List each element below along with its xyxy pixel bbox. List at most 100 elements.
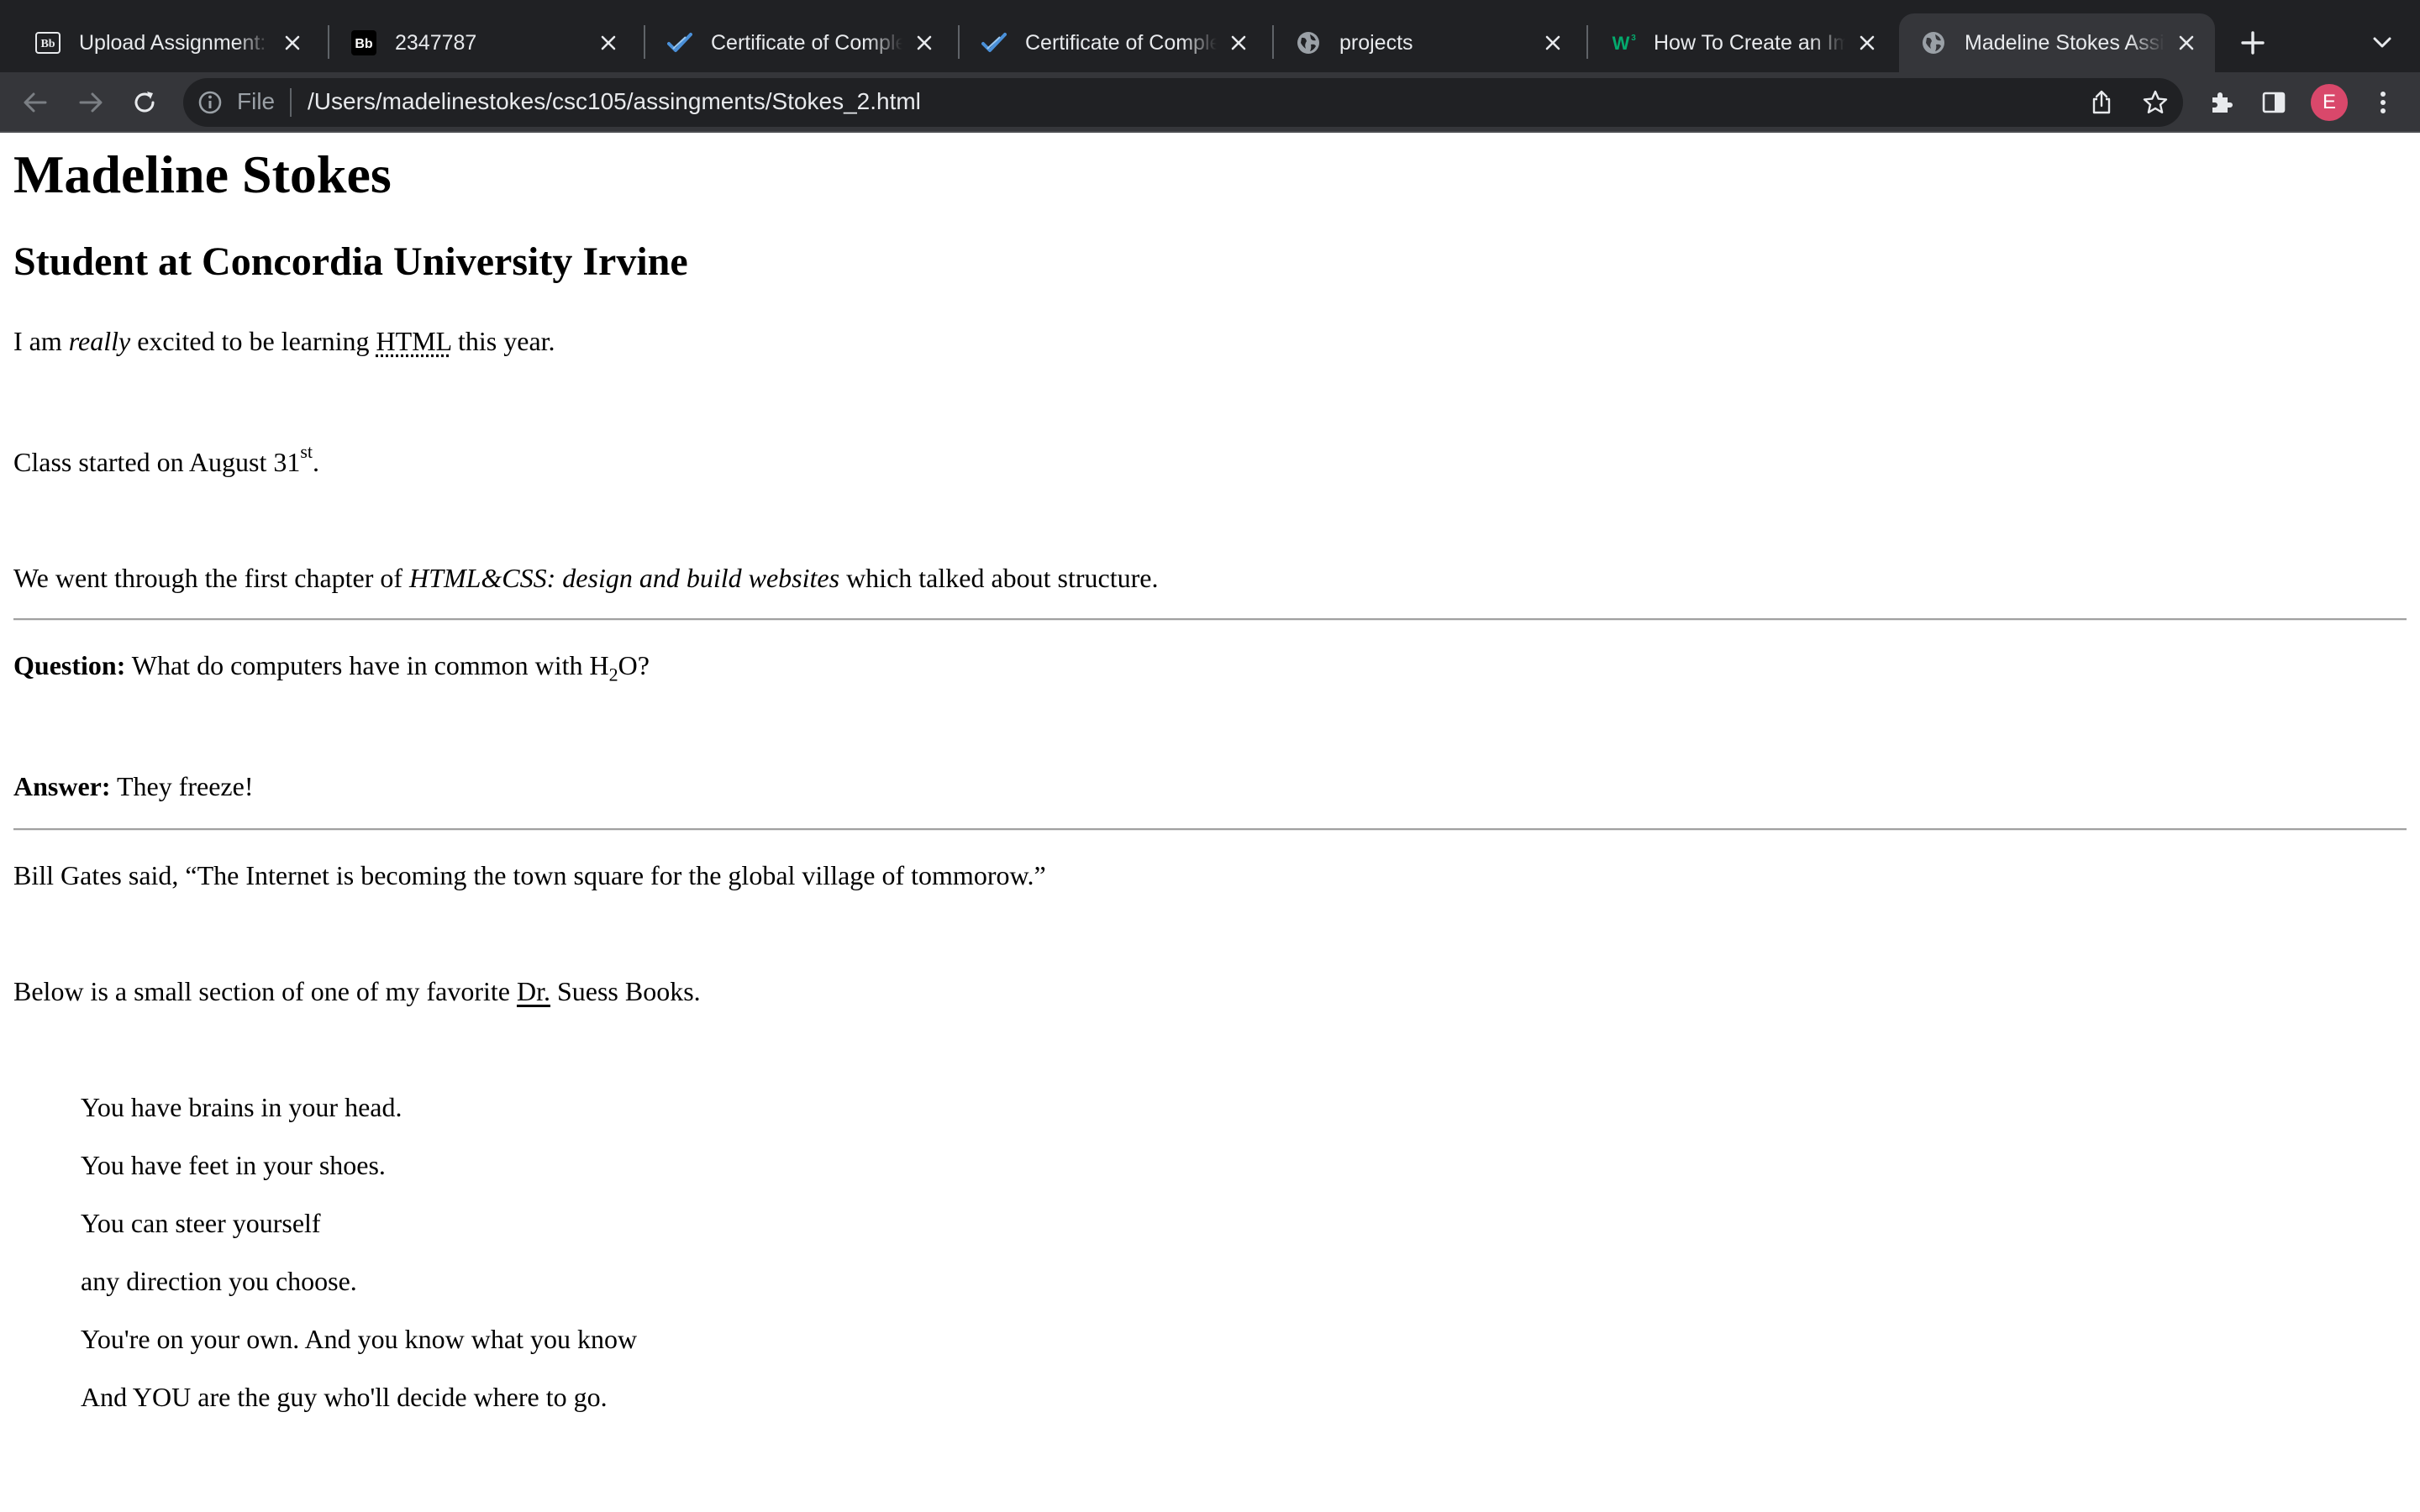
ordinal-superscript: st: [300, 441, 313, 463]
side-panel-icon: [2262, 92, 2286, 113]
poem-line: You're on your own. And you know what yo…: [81, 1324, 638, 1354]
inline-quote: “The Internet is becoming the town squar…: [185, 860, 1046, 890]
answer-label: Answer:: [13, 771, 111, 801]
class-started-paragraph: Class started on August 31st.: [13, 443, 320, 477]
puzzle-piece-icon: [2212, 92, 2233, 113]
address-divider: [290, 88, 292, 117]
star-icon: [2143, 90, 2168, 113]
chevron-down-icon: [2373, 37, 2391, 48]
intro-paragraph: I am really excited to be learning HTML …: [13, 328, 555, 354]
below-text: Below is a small section of one of my fa…: [13, 976, 517, 1006]
checkmark-logo-icon: [666, 29, 694, 57]
share-icon: [2092, 90, 2111, 114]
svg-text:3: 3: [1631, 34, 1636, 43]
close-icon[interactable]: [595, 29, 622, 56]
tab-2347787[interactable]: Bb 2347787: [329, 13, 637, 72]
below-paragraph: Below is a small section of one of my fa…: [13, 978, 701, 1005]
question-text: O?: [618, 650, 650, 680]
reload-icon: [134, 92, 155, 113]
back-button[interactable]: [15, 82, 55, 123]
question-paragraph: Question: What do computers have in comm…: [13, 650, 650, 684]
tab-madeline-stokes[interactable]: Madeline Stokes Assi: [1899, 13, 2215, 72]
tab-title: How To Create an Ima: [1654, 30, 1845, 55]
tab-how-to-create-image[interactable]: W3 How To Create an Ima: [1588, 13, 1896, 72]
extensions-button[interactable]: [2202, 82, 2242, 123]
blackboard-icon: Bb: [34, 29, 62, 57]
url-scheme: File: [237, 88, 276, 114]
chapter-paragraph: We went through the first chapter of HTM…: [13, 564, 1159, 591]
svg-text:W: W: [1612, 33, 1630, 54]
url-text[interactable]: /Users/madelinestokes/csc105/assingments…: [308, 88, 921, 115]
chapter-text: which talked about structure.: [839, 563, 1159, 593]
tab-title: 2347787: [395, 30, 477, 55]
tab-title: Upload Assignment: A: [79, 30, 271, 55]
w3schools-icon: W3: [1608, 29, 1637, 57]
close-icon[interactable]: [1225, 29, 1252, 56]
poem-line: You have feet in your shoes.: [81, 1150, 386, 1180]
html-abbreviation: HTML: [376, 326, 451, 356]
close-icon[interactable]: [279, 29, 306, 56]
horizontal-rule: [13, 618, 2407, 621]
chapter-text: We went through the first chapter of: [13, 563, 410, 593]
poem-line: You have brains in your head.: [81, 1092, 402, 1122]
tab-search-button[interactable]: [2365, 25, 2400, 60]
close-icon[interactable]: [1539, 29, 1566, 56]
quote-paragraph: Bill Gates said, “The Internet is becomi…: [13, 860, 1046, 890]
globe-icon: [1294, 29, 1323, 57]
share-button[interactable]: [2086, 87, 2118, 118]
poem-line: You can steer yourself: [81, 1208, 321, 1238]
poem-line: any direction you choose.: [81, 1266, 357, 1296]
intro-text: excited to be learning: [130, 326, 376, 356]
forward-button[interactable]: [71, 82, 111, 123]
blackboard-bb-icon: Bb: [350, 29, 378, 57]
profile-avatar[interactable]: E: [2311, 84, 2348, 121]
close-icon[interactable]: [2173, 29, 2200, 56]
below-text: Suess Books.: [550, 976, 701, 1006]
browser-menu-button[interactable]: [2363, 82, 2403, 123]
arrow-left-icon: [24, 92, 47, 113]
browser-toolbar: File /Users/madelinestokes/csc105/assing…: [0, 72, 2420, 133]
question-label: Question:: [13, 650, 126, 680]
class-started-text: .: [313, 447, 320, 477]
reload-button[interactable]: [124, 82, 165, 123]
plus-icon: [2241, 31, 2265, 55]
svg-text:Bb: Bb: [40, 38, 55, 50]
tab-certificate-2[interactable]: Certificate of Comple: [960, 13, 1267, 72]
intro-text: this year.: [451, 326, 555, 356]
answer-text: They freeze!: [110, 771, 254, 801]
close-icon[interactable]: [1854, 29, 1881, 56]
svg-text:Bb: Bb: [355, 37, 373, 51]
tab-certificate-1[interactable]: Certificate of Comple: [645, 13, 953, 72]
dr-acronym: Dr.: [516, 976, 550, 1006]
subscript-two: 2: [608, 664, 618, 685]
poem-line: And YOU are the guy who'll decide where …: [81, 1382, 608, 1412]
book-title: HTML&CSS: design and build websites: [409, 563, 840, 593]
info-icon[interactable]: [197, 89, 224, 116]
tab-title: Madeline Stokes Assi: [1965, 30, 2165, 55]
address-bar[interactable]: File /Users/madelinestokes/csc105/assing…: [183, 78, 2183, 127]
answer-paragraph: Answer: They freeze!: [13, 773, 253, 800]
class-started-text: Class started on August 31: [13, 447, 301, 477]
tab-upload-assignment[interactable]: Bb Upload Assignment: A: [13, 13, 321, 72]
tab-title: Certificate of Comple: [1025, 30, 1217, 55]
bookmark-button[interactable]: [2139, 87, 2171, 118]
intro-text: I am: [13, 326, 69, 356]
checkmark-logo-icon: [980, 29, 1008, 57]
emphasis-text: really: [68, 326, 131, 356]
more-vertical-icon: [2381, 92, 2386, 113]
new-tab-button[interactable]: [2233, 24, 2272, 62]
tab-strip: Bb Upload Assignment: A Bb 2347787 Certi…: [0, 0, 2420, 72]
question-text: What do computers have in common with H: [125, 650, 609, 680]
globe-icon: [1919, 29, 1948, 57]
tab-projects[interactable]: projects: [1274, 13, 1581, 72]
page-content: Madeline Stokes Student at Concordia Uni…: [0, 133, 2420, 1512]
close-icon[interactable]: [911, 29, 938, 56]
quote-intro: Bill Gates said,: [13, 860, 186, 890]
page-heading: Madeline Stokes: [13, 144, 392, 204]
tab-title: Certificate of Comple: [711, 30, 902, 55]
tab-title: projects: [1339, 30, 1413, 55]
arrow-right-icon: [79, 92, 103, 113]
side-panel-button[interactable]: [2254, 82, 2294, 123]
page-subheading: Student at Concordia University Irvine: [13, 239, 688, 284]
horizontal-rule: [13, 828, 2407, 831]
